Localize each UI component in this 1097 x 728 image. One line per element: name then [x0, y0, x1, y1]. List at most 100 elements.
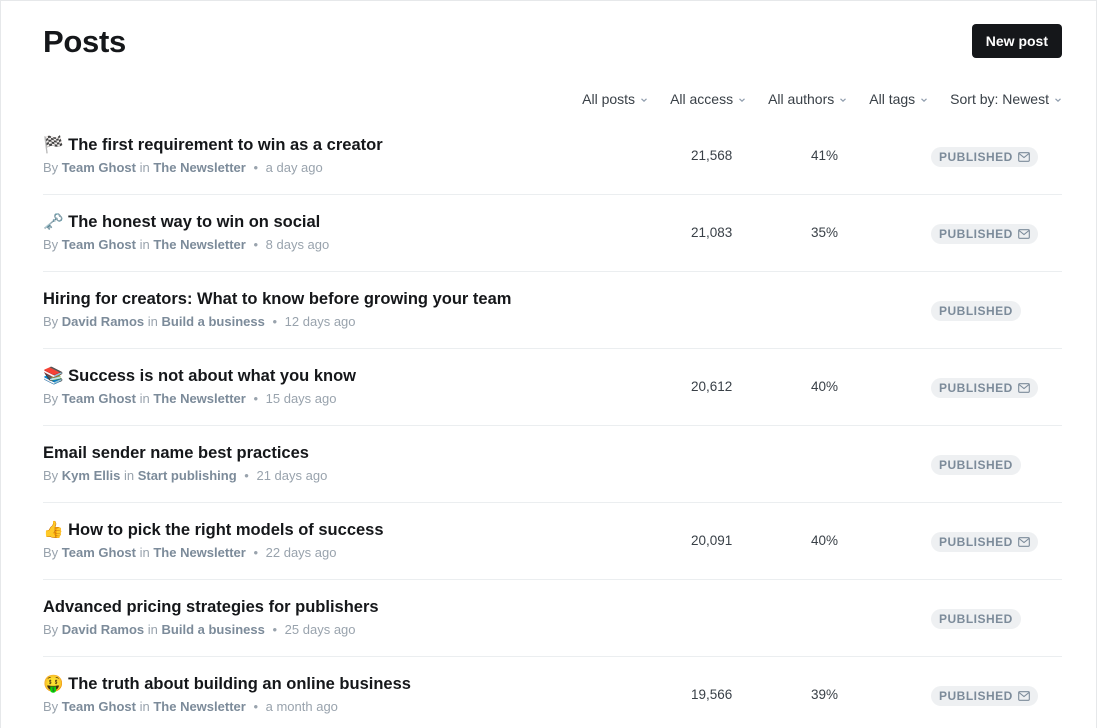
post-open-rate: 39%: [811, 687, 839, 702]
meta-separator: •: [244, 468, 249, 483]
post-meta: By Team Ghost in The Newsletter • 8 days…: [43, 237, 329, 252]
meta-in: in: [139, 160, 150, 175]
post-publication-link[interactable]: The Newsletter: [153, 237, 245, 252]
status-badge: PUBLISHED: [931, 147, 1038, 167]
post-author-link[interactable]: Kym Ellis: [62, 468, 121, 483]
status-label: PUBLISHED: [939, 381, 1013, 395]
meta-in: in: [139, 545, 150, 560]
meta-by: By: [43, 160, 59, 175]
post-row[interactable]: 👍 How to pick the right models of succes…: [43, 503, 1062, 580]
post-age: 22 days ago: [265, 545, 337, 560]
post-author-link[interactable]: David Ramos: [62, 622, 144, 637]
mail-icon: [1017, 691, 1030, 701]
meta-separator: •: [253, 160, 259, 175]
status-label: PUBLISHED: [939, 535, 1013, 549]
meta-by: By: [43, 699, 59, 714]
post-age: 21 days ago: [256, 468, 328, 483]
post-sends: 21,568: [691, 148, 733, 163]
post-author-link[interactable]: Team Ghost: [62, 237, 136, 252]
status-label: PUBLISHED: [939, 612, 1013, 626]
post-publication-link[interactable]: The Newsletter: [153, 391, 245, 406]
meta-separator: •: [272, 622, 278, 637]
post-row[interactable]: Advanced pricing strategies for publishe…: [43, 580, 1062, 657]
meta-by: By: [43, 622, 59, 637]
status-label: PUBLISHED: [939, 458, 1013, 472]
post-meta: By Team Ghost in The Newsletter • a mont…: [43, 699, 338, 714]
meta-separator: •: [253, 545, 259, 560]
post-age: 25 days ago: [284, 622, 356, 637]
meta-by: By: [43, 314, 59, 329]
post-title[interactable]: 🤑 The truth about building an online bus…: [43, 675, 411, 694]
post-title[interactable]: Email sender name best practices: [43, 444, 309, 463]
post-title[interactable]: 📚 Success is not about what you know: [43, 367, 356, 386]
filter-sort-by[interactable]: Sort by: Newest: [950, 91, 1062, 107]
post-author-link[interactable]: Team Ghost: [62, 391, 136, 406]
chevron-down-icon: [1055, 98, 1061, 103]
status-badge: PUBLISHED: [931, 609, 1021, 629]
filter-all-posts[interactable]: All posts: [582, 91, 648, 107]
meta-in: in: [147, 622, 158, 637]
post-row[interactable]: 📚 Success is not about what you know By …: [43, 349, 1062, 426]
new-post-button[interactable]: New post: [971, 24, 1062, 58]
post-row[interactable]: 🗝️ The honest way to win on social By Te…: [43, 195, 1062, 272]
post-row[interactable]: 🤑 The truth about building an online bus…: [43, 657, 1062, 728]
post-open-rate: 40%: [811, 379, 839, 394]
chevron-down-icon: [641, 98, 647, 103]
post-meta: By Kym Ellis in Start publishing • 21 da…: [43, 468, 327, 483]
filter-label: All authors: [768, 91, 835, 107]
post-list: 🏁 The first requirement to win as a crea…: [43, 118, 1062, 728]
page-header: Posts New post: [43, 23, 1062, 63]
post-publication-link[interactable]: Build a business: [162, 622, 265, 637]
post-author-link[interactable]: Team Ghost: [62, 160, 136, 175]
post-title[interactable]: 👍 How to pick the right models of succes…: [43, 521, 384, 540]
chevron-down-icon: [840, 98, 847, 103]
post-sends: 19,566: [691, 687, 733, 702]
post-row[interactable]: 🏁 The first requirement to win as a crea…: [43, 118, 1062, 195]
post-publication-link[interactable]: The Newsletter: [153, 699, 245, 714]
meta-separator: •: [253, 237, 259, 252]
post-meta: By David Ramos in Build a business • 12 …: [43, 314, 356, 329]
post-row[interactable]: Email sender name best practices By Kym …: [43, 426, 1062, 503]
status-badge: PUBLISHED: [931, 301, 1021, 321]
post-age: 8 days ago: [265, 237, 330, 252]
status-badge: PUBLISHED: [931, 455, 1021, 475]
mail-icon: [1017, 229, 1030, 239]
post-publication-link[interactable]: The Newsletter: [153, 160, 245, 175]
post-meta: By Team Ghost in The Newsletter • a day …: [43, 160, 323, 175]
filter-all-access[interactable]: All access: [670, 91, 746, 107]
mail-icon: [1017, 383, 1030, 393]
meta-separator: •: [253, 699, 259, 714]
filter-all-authors[interactable]: All authors: [768, 91, 847, 107]
post-meta: By Team Ghost in The Newsletter • 15 day…: [43, 391, 336, 406]
post-row[interactable]: Hiring for creators: What to know before…: [43, 272, 1062, 349]
status-label: PUBLISHED: [939, 304, 1013, 318]
post-author-link[interactable]: David Ramos: [62, 314, 144, 329]
post-sends: 21,083: [691, 225, 733, 240]
meta-in: in: [147, 314, 158, 329]
post-publication-link[interactable]: The Newsletter: [153, 545, 245, 560]
status-badge: PUBLISHED: [931, 224, 1038, 244]
status-label: PUBLISHED: [939, 689, 1013, 703]
post-publication-link[interactable]: Build a business: [162, 314, 265, 329]
post-author-link[interactable]: Team Ghost: [62, 545, 136, 560]
meta-by: By: [43, 391, 59, 406]
meta-in: in: [139, 391, 150, 406]
post-sends: 20,612: [691, 379, 733, 394]
post-author-link[interactable]: Team Ghost: [62, 699, 136, 714]
filter-all-tags[interactable]: All tags: [869, 91, 928, 107]
post-title[interactable]: 🗝️ The honest way to win on social: [43, 213, 320, 232]
post-open-rate: 41%: [811, 148, 839, 163]
posts-screen: Posts New post All posts All access All …: [0, 0, 1097, 728]
post-title[interactable]: Advanced pricing strategies for publishe…: [43, 598, 379, 617]
meta-in: in: [139, 699, 150, 714]
post-title[interactable]: 🏁 The first requirement to win as a crea…: [43, 136, 383, 155]
post-open-rate: 35%: [811, 225, 839, 240]
chevron-down-icon: [739, 98, 746, 103]
status-label: PUBLISHED: [939, 150, 1013, 164]
post-title[interactable]: Hiring for creators: What to know before…: [43, 290, 511, 309]
post-meta: By Team Ghost in The Newsletter • 22 day…: [43, 545, 336, 560]
meta-in: in: [139, 237, 150, 252]
post-publication-link[interactable]: Start publishing: [138, 468, 237, 483]
filter-label: All posts: [582, 91, 636, 107]
filter-label: All access: [670, 91, 734, 107]
